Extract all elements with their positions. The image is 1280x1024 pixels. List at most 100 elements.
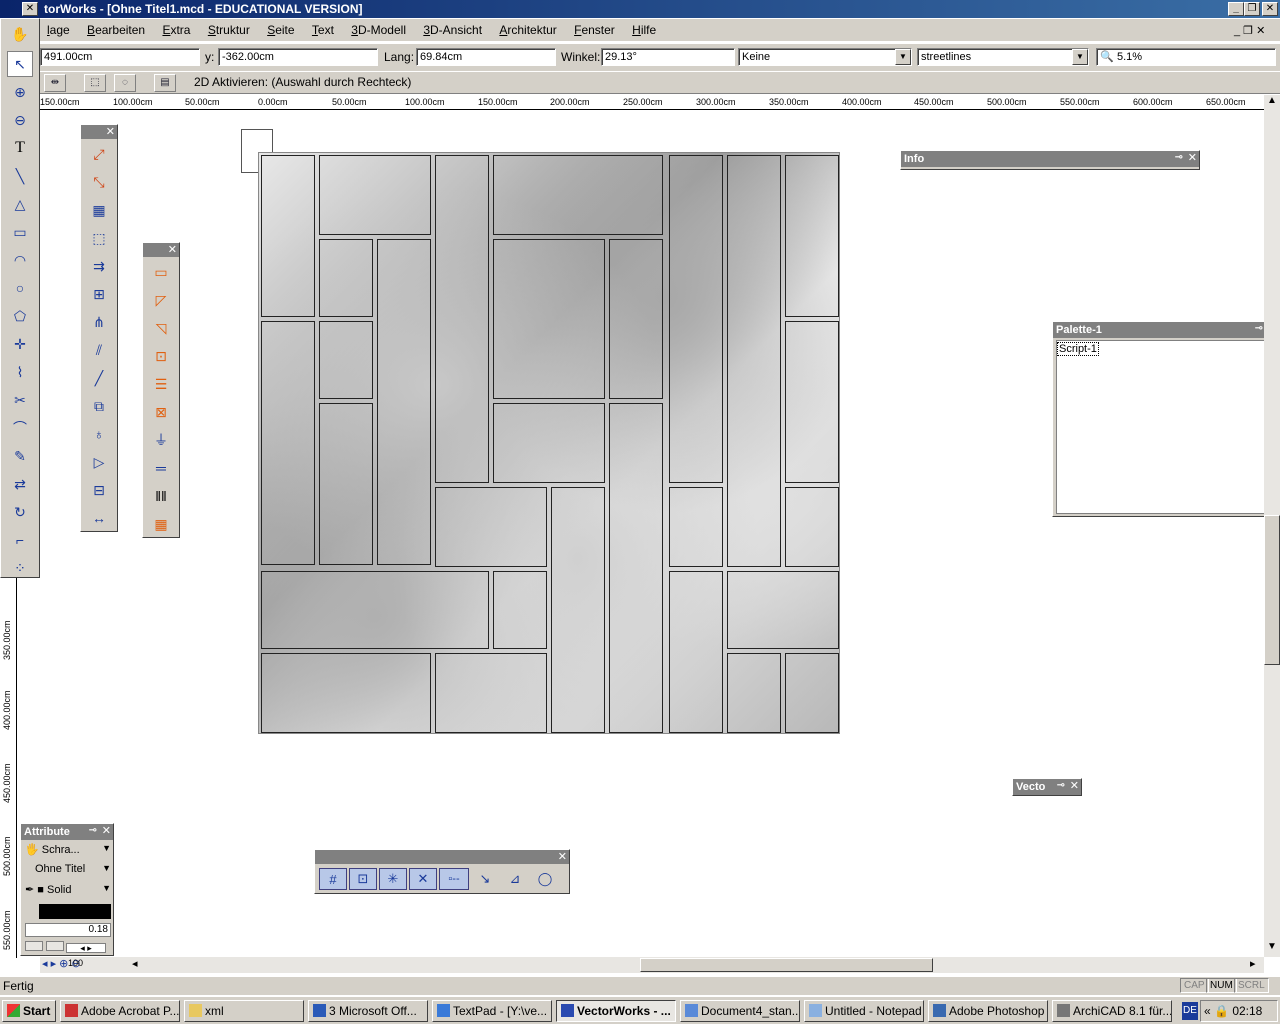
- close-window-button[interactable]: ✕: [1262, 2, 1278, 16]
- polygon-tool-icon[interactable]: ⬠: [7, 303, 33, 329]
- snap-intersection-icon[interactable]: ✕: [409, 868, 437, 890]
- grid-cell[interactable]: [669, 571, 723, 733]
- align-icon[interactable]: ⊞: [86, 281, 112, 307]
- canvas-image[interactable]: [258, 152, 840, 734]
- vertical-scrollbar[interactable]: ▲ ▼: [1264, 95, 1280, 957]
- rotate-tool-icon[interactable]: ↻: [7, 499, 33, 525]
- script-item[interactable]: Script-1: [1057, 342, 1099, 356]
- close-icon[interactable]: ✕: [168, 243, 177, 257]
- lineweight-field[interactable]: 0.18: [25, 923, 111, 937]
- minimize-button[interactable]: _: [1228, 2, 1244, 16]
- oval-tool-icon[interactable]: ○: [7, 275, 33, 301]
- grid-cell[interactable]: [785, 321, 839, 483]
- menu-anlage[interactable]: lage: [40, 19, 77, 41]
- grid-cell[interactable]: [785, 155, 839, 317]
- offset-tool-icon[interactable]: ⌐: [7, 527, 33, 553]
- snap-circle-icon[interactable]: ◯: [531, 868, 559, 890]
- pin-icon[interactable]: ⊸: [89, 824, 97, 838]
- dims-palette-titlebar[interactable]: ✕: [81, 125, 117, 139]
- pen-style-row[interactable]: ✒ ■ Solid ▼: [25, 883, 111, 896]
- grid-cell[interactable]: [377, 239, 431, 565]
- horizontal-scroll-thumb[interactable]: [640, 958, 933, 972]
- attribute-palette-titlebar[interactable]: Attribute ⊸ ✕: [21, 824, 113, 840]
- snap-object-icon[interactable]: ⊡: [349, 868, 377, 890]
- grid-cell[interactable]: [261, 155, 315, 317]
- snap-point-icon[interactable]: ⊿: [501, 868, 529, 890]
- menu-architektur[interactable]: Architektur: [492, 19, 563, 41]
- locus-tool-icon[interactable]: ✛: [7, 331, 33, 357]
- grid-cell[interactable]: [727, 571, 839, 649]
- triangle-tool-icon[interactable]: △: [7, 191, 33, 217]
- area-select-icon[interactable]: ⬚: [86, 225, 112, 251]
- mdi-controls[interactable]: _ ❐ ✕: [1234, 24, 1265, 37]
- menu-fenster[interactable]: Fenster: [567, 19, 622, 41]
- taskbar-item-xml[interactable]: xml: [184, 1000, 304, 1022]
- light-icon[interactable]: ♁: [86, 421, 112, 447]
- scroll-down-icon[interactable]: ▼: [1267, 941, 1277, 952]
- flag-icon[interactable]: ▷: [86, 449, 112, 475]
- scroll-right-icon[interactable]: ▸: [1250, 957, 1256, 970]
- taskbar-item-acrobat[interactable]: Adobe Acrobat P...: [60, 1000, 180, 1022]
- stairs-hatch-icon[interactable]: ⫽: [86, 337, 112, 363]
- selection-arrow-icon[interactable]: ↖: [7, 51, 33, 77]
- lasso-icon[interactable]: ◌: [114, 74, 136, 92]
- grid-cell[interactable]: [551, 487, 605, 733]
- taskbar-item-textpad[interactable]: TextPad - [Y:\ve...: [432, 1000, 552, 1022]
- grid-cell[interactable]: [435, 653, 547, 733]
- menu-hilfe[interactable]: Hilfe: [625, 19, 663, 41]
- close-icon[interactable]: ✕: [22, 2, 38, 16]
- hatch-icon[interactable]: ▦: [86, 197, 112, 223]
- diagonal-icon[interactable]: ╱: [86, 365, 112, 391]
- snap-grid-icon[interactable]: #: [319, 868, 347, 890]
- menu-3d-ansicht[interactable]: 3D-Ansicht: [416, 19, 489, 41]
- class-select[interactable]: streetlines ▼: [917, 48, 1089, 66]
- box-cross-icon[interactable]: ⊠: [148, 399, 174, 425]
- grid-cell[interactable]: [261, 653, 431, 733]
- start-button[interactable]: Start: [2, 1000, 56, 1022]
- chevron-down-icon[interactable]: ▼: [102, 863, 111, 873]
- grid-icon[interactable]: ▦: [148, 511, 174, 537]
- grid-cell[interactable]: [493, 239, 605, 399]
- table-icon[interactable]: ▭: [148, 259, 174, 285]
- scroll-up-icon[interactable]: ▲: [1267, 95, 1277, 106]
- taskbar-item-archicad[interactable]: ArchiCAD 8.1 für...: [1052, 1000, 1172, 1022]
- constrained-dim-icon[interactable]: ⤢: [86, 141, 112, 167]
- pin-icon[interactable]: ⊸: [1255, 322, 1263, 336]
- grid-cell[interactable]: [609, 403, 663, 733]
- zoom-in-icon[interactable]: ⊕: [7, 79, 33, 105]
- grid-cell[interactable]: [319, 239, 373, 317]
- column-icon[interactable]: ⏚: [148, 427, 174, 453]
- zoom-field[interactable]: 🔍 5.1%: [1096, 48, 1276, 66]
- fillet-tool-icon[interactable]: ⌒: [7, 415, 33, 441]
- extrude-icon[interactable]: ⧉: [86, 393, 112, 419]
- text-tool-icon[interactable]: T: [7, 135, 33, 161]
- grid-cell[interactable]: [493, 155, 663, 235]
- menu-bearbeiten[interactable]: Bearbeiten: [80, 19, 152, 41]
- color-swatch[interactable]: [39, 904, 111, 919]
- lang-field[interactable]: 69.84cm: [416, 48, 556, 66]
- move-icon[interactable]: ⇉: [86, 253, 112, 279]
- chevron-down-icon[interactable]: ▼: [102, 843, 111, 853]
- arc-tool-icon[interactable]: ◠: [7, 247, 33, 273]
- close-icon[interactable]: ✕: [1188, 151, 1197, 165]
- grid-cell[interactable]: [669, 155, 723, 483]
- close-icon[interactable]: ✕: [106, 125, 115, 139]
- grid-cell[interactable]: [727, 155, 781, 567]
- menu-text[interactable]: Text: [305, 19, 341, 41]
- grid-cell[interactable]: [669, 487, 723, 567]
- grid-cell[interactable]: [727, 653, 781, 733]
- grid-cell[interactable]: [319, 155, 431, 235]
- pen-name-row[interactable]: Ohne Titel ▼: [35, 863, 111, 875]
- y-field[interactable]: -362.00cm: [218, 48, 378, 66]
- x-field[interactable]: 491.00cm: [40, 48, 200, 66]
- wall-l-icon[interactable]: ◹: [148, 315, 174, 341]
- taskbar-item-document4[interactable]: Document4_stan...: [680, 1000, 800, 1022]
- layer-mode-icon[interactable]: ▤: [154, 74, 176, 92]
- scroll-left-icon[interactable]: ◂: [132, 957, 138, 970]
- grid-cell[interactable]: [319, 321, 373, 399]
- taskbar-item-vectorworks[interactable]: VectorWorks - ...: [556, 1000, 676, 1022]
- lock-icon[interactable]: 🔒: [1214, 1004, 1229, 1018]
- taskbar-item-photoshop[interactable]: Adobe Photoshop: [928, 1000, 1048, 1022]
- pan-hand-icon[interactable]: ✋: [7, 21, 33, 47]
- chevron-down-icon[interactable]: ▼: [102, 883, 111, 893]
